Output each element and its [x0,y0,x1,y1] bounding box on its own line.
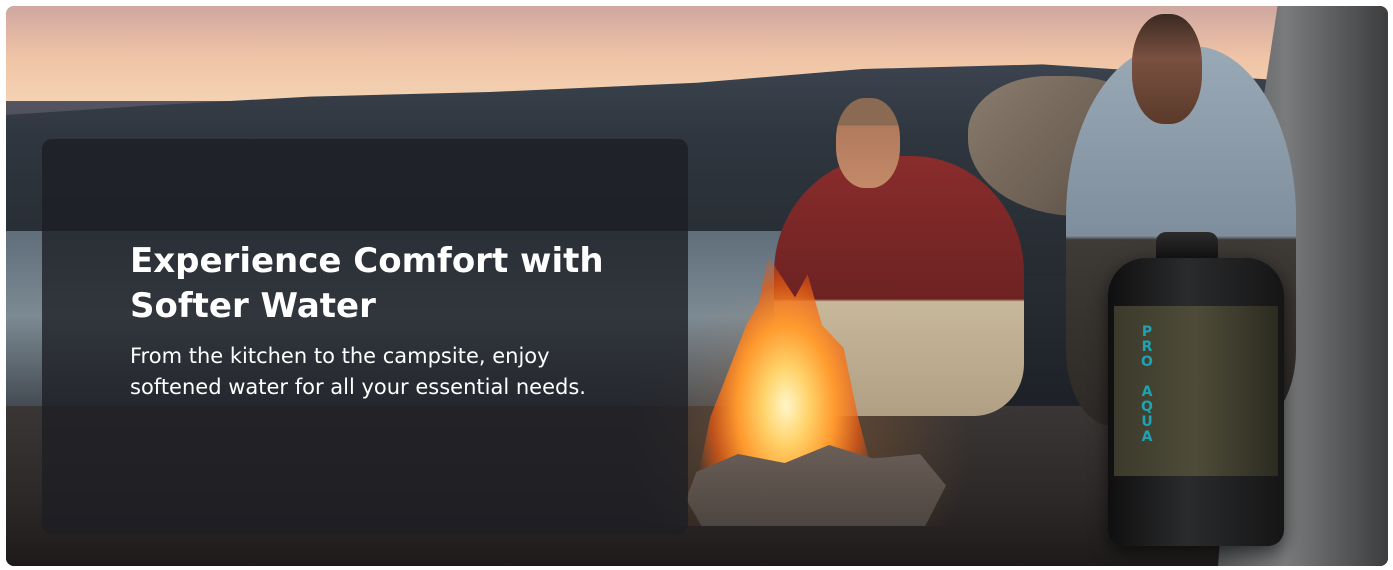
camper-right-head [1132,14,1202,124]
camper-center-head [836,98,900,188]
product-logo: PRO AQUA [1139,324,1155,444]
hero-headline: Experience Comfort with Softer Water [130,241,604,326]
hero-text-panel: Experience Comfort with Softer Water Fro… [42,139,688,534]
hero-banner: PRO AQUA Experience Comfort with Softer … [6,6,1388,566]
hero-subtext: From the kitchen to the campsite, enjoy … [130,344,586,399]
